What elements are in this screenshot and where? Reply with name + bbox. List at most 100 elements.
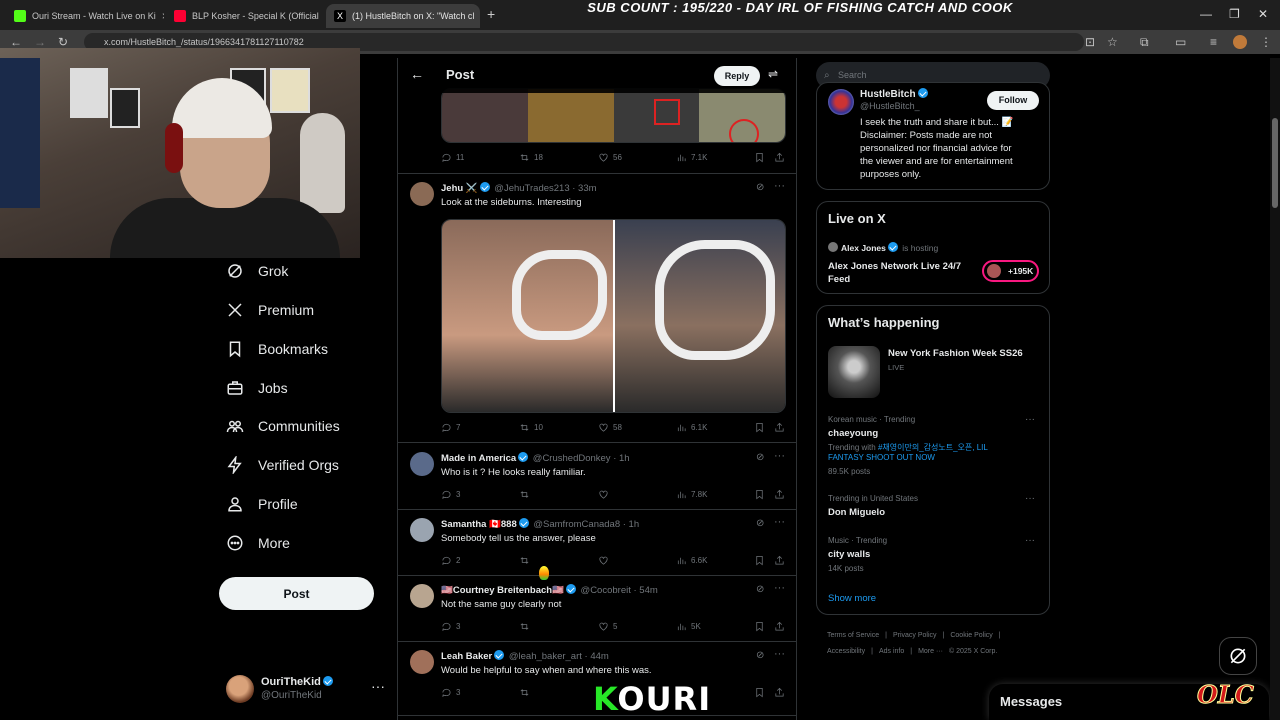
share-action[interactable]: [774, 555, 785, 566]
share-action[interactable]: [774, 489, 785, 500]
live-listeners-badge[interactable]: +195K: [982, 260, 1039, 282]
repost-action[interactable]: [519, 555, 530, 566]
like-action[interactable]: [598, 555, 609, 566]
back-arrow-icon[interactable]: ←: [410, 66, 424, 82]
reply-button[interactable]: Reply: [714, 66, 760, 86]
page-scrollbar[interactable]: [1270, 58, 1280, 720]
bookmark-action[interactable]: [754, 489, 765, 500]
browser-tab[interactable]: Ouri Stream - Watch Live on Ki ×: [6, 4, 164, 28]
reply-tweet[interactable]: 🇺🇸Courtney Breitenbach🇺🇸 @Cocobreit · 54…: [398, 576, 796, 642]
live-stream-title[interactable]: Alex Jones Network Live 24/7 Feed: [828, 260, 961, 286]
reload-icon[interactable]: ↻: [58, 35, 68, 49]
repost-action[interactable]: [519, 621, 530, 632]
nav-item-bookmarks[interactable]: Bookmarks: [218, 331, 328, 367]
account-switcher[interactable]: OuriTheKid @OuriTheKid ···: [226, 672, 386, 712]
extensions-icon[interactable]: ⧉: [1140, 35, 1149, 50]
views-action[interactable]: 6.1K: [676, 422, 707, 433]
views-action[interactable]: 7.1K: [676, 152, 707, 163]
scrollbar-thumb[interactable]: [1272, 118, 1278, 208]
trend-name[interactable]: chaeyoung: [828, 428, 878, 439]
media-icon[interactable]: ≡: [1210, 35, 1217, 49]
repost-action[interactable]: [519, 489, 530, 500]
trend-image[interactable]: [828, 346, 880, 398]
trend-name[interactable]: city walls: [828, 549, 870, 560]
bookmark-action[interactable]: [754, 687, 765, 698]
forward-arrow-icon[interactable]: →: [34, 35, 46, 49]
footer-link[interactable]: Ads info: [879, 648, 904, 655]
views-action[interactable]: 7.8K: [676, 489, 707, 500]
trend-more-icon[interactable]: ···: [1025, 493, 1035, 504]
grok-icon[interactable]: ⊘: [756, 650, 764, 661]
reply-tweet[interactable]: Samantha 🇨🇦888 @SamfromCanada8 · 1h Some…: [398, 510, 796, 580]
trend-hashtag-link[interactable]: #채영이만의_감성노트_오픈, LIL: [878, 443, 988, 452]
restore-icon[interactable]: ❐: [1229, 7, 1240, 21]
footer-link[interactable]: Cookie Policy: [950, 632, 992, 639]
install-icon[interactable]: ⊡: [1085, 35, 1095, 49]
star-icon[interactable]: ☆: [1107, 35, 1118, 49]
share-action[interactable]: [774, 621, 785, 632]
share-action[interactable]: [774, 687, 785, 698]
nav-item-grok[interactable]: Grok: [218, 253, 288, 289]
footer-link[interactable]: Accessibility: [827, 648, 865, 655]
split-view-icon[interactable]: ▭: [1175, 35, 1186, 49]
reply-action[interactable]: 3: [441, 489, 460, 500]
post-button[interactable]: Post: [219, 577, 374, 610]
repost-action[interactable]: 18: [519, 152, 543, 163]
trend-more-icon[interactable]: ···: [1025, 414, 1035, 425]
reply-action[interactable]: 7: [441, 422, 460, 433]
filter-icon[interactable]: ⇌: [768, 67, 778, 81]
grok-icon[interactable]: ⊘: [756, 584, 764, 595]
nav-item-profile[interactable]: Profile: [218, 486, 298, 522]
nav-item-more[interactable]: More: [218, 525, 290, 561]
post-media-top[interactable]: [441, 88, 786, 143]
grok-icon[interactable]: ⊘: [756, 452, 764, 463]
bookmark-action[interactable]: [754, 621, 765, 632]
trend-more-icon[interactable]: ···: [1025, 535, 1035, 546]
reply-action[interactable]: 3: [441, 687, 460, 698]
follow-button[interactable]: Follow: [987, 91, 1039, 110]
trend-hashtag-link[interactable]: FANTASY SHOOT OUT NOW: [828, 453, 935, 462]
bookmark-action[interactable]: [754, 555, 765, 566]
like-action[interactable]: [598, 489, 609, 500]
footer-link[interactable]: More ···: [918, 648, 943, 655]
grok-icon[interactable]: ⊘: [756, 182, 764, 193]
nav-item-verified-orgs[interactable]: Verified Orgs: [218, 447, 339, 483]
like-action[interactable]: 58: [598, 422, 622, 433]
account-more-icon[interactable]: ···: [371, 678, 385, 694]
menu-dots-icon[interactable]: ⋮: [1260, 35, 1272, 49]
more-icon[interactable]: ···: [774, 450, 785, 462]
new-tab-button[interactable]: +: [487, 6, 495, 22]
footer-link[interactable]: Terms of Service: [827, 632, 879, 639]
like-action[interactable]: 56: [598, 152, 622, 163]
minimize-icon[interactable]: —: [1200, 7, 1212, 21]
share-action[interactable]: [774, 152, 785, 163]
more-icon[interactable]: ···: [774, 516, 785, 528]
back-arrow-icon[interactable]: ←: [10, 35, 22, 49]
feature-title[interactable]: New York Fashion Week SS26: [888, 348, 1023, 359]
profile-avatar-icon[interactable]: [1233, 35, 1247, 49]
trend-name[interactable]: Don Miguelo: [828, 507, 885, 518]
reply-action[interactable]: 11: [441, 152, 464, 163]
close-window-icon[interactable]: ✕: [1258, 7, 1268, 21]
views-action[interactable]: 6.6K: [676, 555, 707, 566]
browser-tab[interactable]: BLP Kosher - Special K (Official ×: [166, 4, 324, 28]
reply-action[interactable]: 2: [441, 555, 460, 566]
more-icon[interactable]: ···: [774, 582, 785, 594]
bookmark-action[interactable]: [754, 422, 765, 433]
reply-tweet[interactable]: Jehu ⚔️ @JehuTrades213 · 33m Look at the…: [398, 174, 796, 443]
nav-item-communities[interactable]: Communities: [218, 408, 340, 444]
like-action[interactable]: 5: [598, 621, 617, 632]
repost-action[interactable]: [519, 687, 530, 698]
bookmark-action[interactable]: [754, 152, 765, 163]
show-more-link[interactable]: Show more: [828, 593, 876, 604]
tweet-media[interactable]: [441, 219, 786, 413]
footer-link[interactable]: Privacy Policy: [893, 632, 937, 639]
nav-item-premium[interactable]: Premium: [218, 292, 314, 328]
more-icon[interactable]: ···: [774, 648, 785, 660]
browser-tab-active[interactable]: X (1) HustleBitch on X: "Watch cl ×: [326, 4, 480, 28]
grok-button[interactable]: [1219, 637, 1257, 675]
grok-icon[interactable]: ⊘: [756, 518, 764, 529]
more-icon[interactable]: ···: [774, 180, 785, 192]
repost-action[interactable]: 10: [519, 422, 543, 433]
nav-item-jobs[interactable]: Jobs: [218, 370, 288, 406]
